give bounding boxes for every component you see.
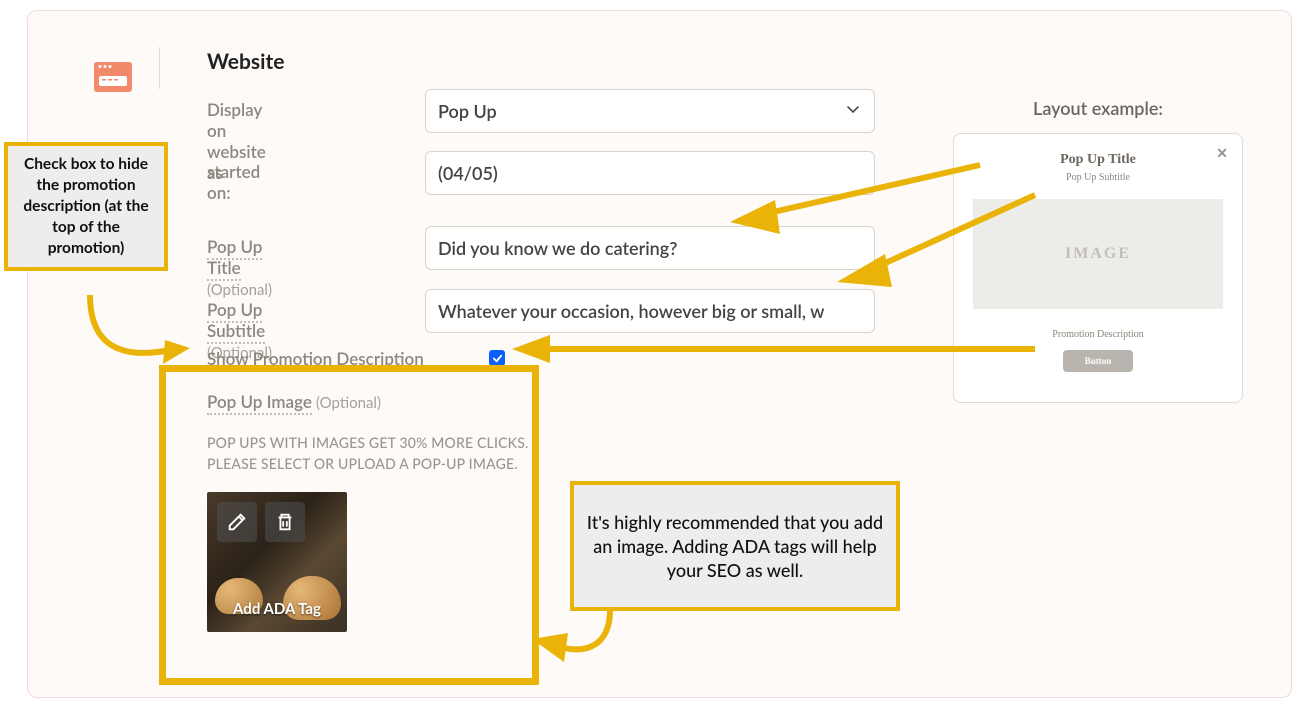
layout-example-column: Layout example: ✕ Pop Up Title Pop Up Su… [953, 97, 1243, 403]
started-on-label: started on: [207, 161, 260, 203]
delete-image-button[interactable] [265, 502, 305, 542]
show-desc-label: Show Promotion Description [207, 348, 424, 372]
popup-title-label: Pop Up Title (Optional) [207, 236, 272, 299]
display-as-value: Pop Up [425, 89, 875, 133]
add-ada-tag-button[interactable]: Add ADA Tag [207, 600, 347, 618]
layout-image-placeholder: IMAGE [973, 199, 1223, 309]
annotation-image: It's highly recommended that you add an … [570, 481, 900, 611]
edit-image-button[interactable] [217, 502, 257, 542]
popup-image-label: Pop Up Image (Optional) [207, 391, 577, 412]
popup-image-help: POP UPS WITH IMAGES GET 30% MORE CLICKS.… [207, 432, 577, 474]
pencil-icon [226, 511, 248, 533]
popup-subtitle-input[interactable]: Whatever your occasion, however big or s… [425, 289, 875, 333]
website-section-icon [83, 47, 143, 107]
layout-popup-title: Pop Up Title [972, 152, 1224, 168]
display-as-select[interactable]: Pop Up [425, 89, 875, 133]
divider [159, 47, 160, 89]
trash-icon [274, 511, 296, 533]
show-desc-checkbox[interactable] [489, 350, 505, 366]
layout-promo-desc: Promotion Description [972, 329, 1224, 340]
layout-example-box: ✕ Pop Up Title Pop Up Subtitle IMAGE Pro… [953, 133, 1243, 403]
layout-button: Button [1063, 350, 1133, 372]
started-on-input[interactable]: (04/05) [425, 151, 875, 195]
section-title: Website [207, 49, 284, 74]
layout-example-heading: Layout example: [953, 97, 1243, 119]
popup-image-section: Pop Up Image (Optional) POP UPS WITH IMA… [207, 391, 577, 632]
popup-title-input[interactable]: Did you know we do catering? [425, 226, 875, 270]
show-desc-row: Show Promotion Description [207, 348, 424, 369]
popup-image-thumbnail[interactable]: Add ADA Tag [207, 492, 347, 632]
layout-popup-subtitle: Pop Up Subtitle [972, 172, 1224, 183]
layout-close-icon: ✕ [1216, 144, 1228, 162]
annotation-checkbox: Check box to hide the promotion descript… [4, 142, 168, 271]
